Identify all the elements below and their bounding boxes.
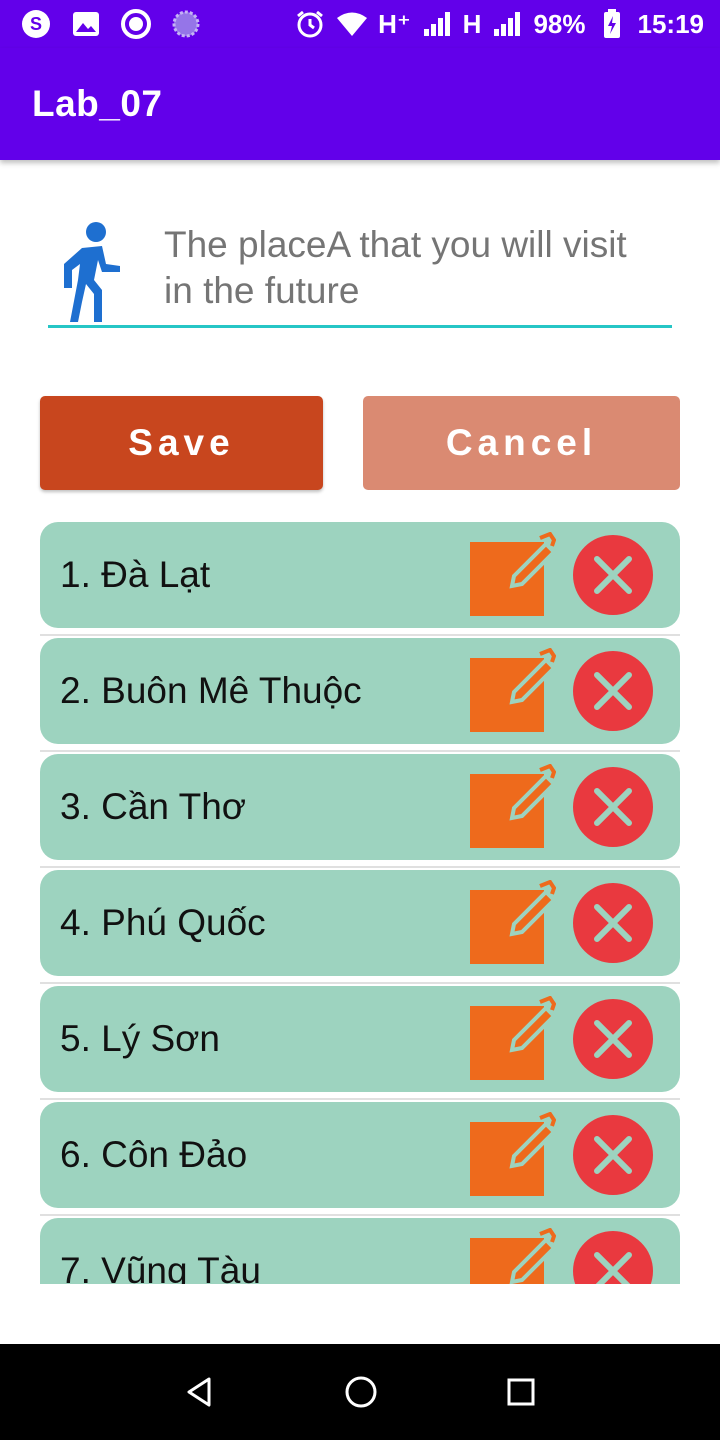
delete-icon[interactable] (572, 1230, 654, 1284)
list-item[interactable]: 4. Phú Quốc (40, 870, 680, 984)
delete-icon[interactable] (572, 882, 654, 964)
alarm-icon (294, 8, 326, 40)
s-app-icon: S (20, 8, 52, 40)
place-label: 2. Buôn Mê Thuộc (60, 670, 362, 711)
input-underline (48, 325, 672, 328)
wifi-icon (336, 8, 368, 40)
app-title: Lab_07 (32, 83, 163, 124)
delete-icon[interactable] (572, 766, 654, 848)
circle-notification-icon (120, 8, 152, 40)
signal-icon-2 (491, 8, 523, 40)
cancel-button[interactable]: Cancel (363, 396, 680, 490)
battery-percent: 98% (533, 8, 586, 39)
place-input-row (48, 212, 672, 330)
home-icon[interactable] (343, 1374, 379, 1410)
place-label: 6. Côn Đảo (60, 1134, 248, 1175)
recents-icon[interactable] (505, 1376, 537, 1408)
clock: 15:19 (637, 8, 705, 39)
back-icon[interactable] (183, 1375, 217, 1409)
status-bar: S H⁺ H 98% 15:19 (0, 0, 720, 48)
delete-icon[interactable] (572, 650, 654, 732)
svg-text:S: S (30, 14, 42, 34)
place-label: 1. Đà Lạt (60, 554, 211, 595)
network-type-h-plus: H⁺ (378, 8, 411, 39)
place-label: 5. Lý Sơn (60, 1018, 221, 1059)
battery-charging-icon (596, 8, 628, 40)
delete-icon[interactable] (572, 998, 654, 1080)
edit-icon[interactable] (468, 1112, 556, 1198)
edit-icon[interactable] (468, 996, 556, 1082)
places-list[interactable]: 1. Đà Lạt 2. Buôn Mê Thuộc 3. Cần Thơ 4.… (40, 522, 680, 1284)
list-item[interactable]: 6. Côn Đảo (40, 1102, 680, 1216)
place-label: 4. Phú Quốc (60, 902, 266, 943)
list-item[interactable]: 5. Lý Sơn (40, 986, 680, 1100)
edit-icon[interactable] (468, 880, 556, 966)
gallery-icon (70, 8, 102, 40)
app-bar: Lab_07 (0, 48, 720, 160)
place-input[interactable] (164, 222, 654, 318)
delete-icon[interactable] (572, 1114, 654, 1196)
walking-person-icon (64, 222, 120, 322)
list-item[interactable]: 2. Buôn Mê Thuộc (40, 638, 680, 752)
list-item[interactable]: 3. Cần Thơ (40, 754, 680, 868)
edit-icon[interactable] (468, 648, 556, 734)
delete-icon[interactable] (572, 534, 654, 616)
place-label: 3. Cần Thơ (60, 786, 247, 827)
edit-icon[interactable] (468, 532, 556, 618)
save-button[interactable]: Save (40, 396, 323, 490)
list-item[interactable]: 7. Vũng Tàu (40, 1218, 680, 1284)
network-type-h: H (462, 8, 482, 39)
edit-icon[interactable] (468, 764, 556, 850)
loading-icon (170, 8, 202, 40)
place-label: 7. Vũng Tàu (60, 1250, 261, 1284)
edit-icon[interactable] (468, 1228, 556, 1284)
signal-icon (421, 8, 453, 40)
list-item[interactable]: 1. Đà Lạt (40, 522, 680, 636)
system-nav-bar (0, 1344, 720, 1440)
